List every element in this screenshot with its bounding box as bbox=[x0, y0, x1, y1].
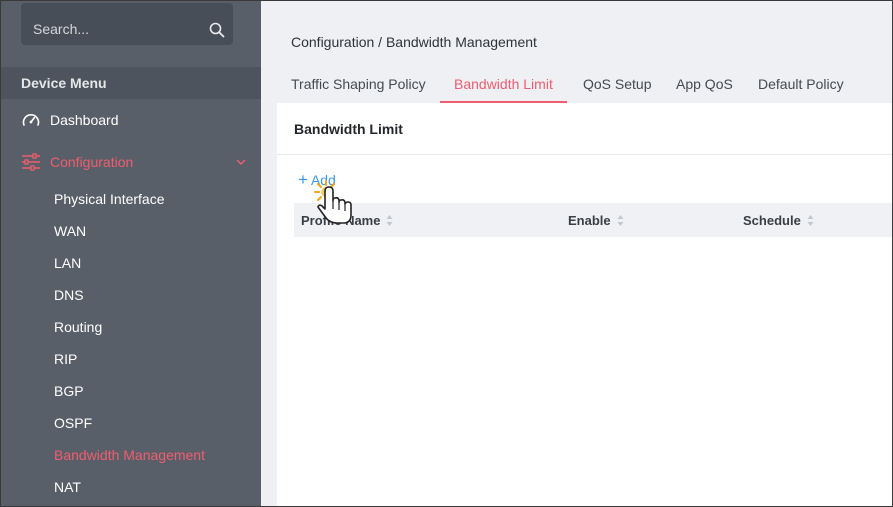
sidebar-subitem-rip[interactable]: RIP bbox=[54, 350, 77, 368]
sidebar-subitem-nat[interactable]: NAT bbox=[54, 478, 81, 496]
breadcrumb: Configuration / Bandwidth Management bbox=[291, 34, 537, 50]
search-placeholder: Search... bbox=[33, 21, 90, 37]
tab-traffic-shaping-policy[interactable]: Traffic Shaping Policy bbox=[277, 63, 440, 103]
tab-default-policy[interactable]: Default Policy bbox=[744, 63, 858, 103]
search-input[interactable]: Search... bbox=[21, 3, 233, 45]
dashboard-gauge-icon bbox=[22, 114, 40, 126]
bandwidth-limit-panel: Bandwidth Limit + Add Profile Name Enabl… bbox=[277, 103, 892, 506]
divider bbox=[277, 154, 892, 155]
sidebar-subitem-physical-interface[interactable]: Physical Interface bbox=[54, 190, 165, 208]
sidebar-subitem-ospf[interactable]: OSPF bbox=[54, 414, 92, 432]
sidebar-subitem-lan[interactable]: LAN bbox=[54, 254, 81, 272]
tab-app-qos[interactable]: App QoS bbox=[662, 63, 747, 103]
hand-pointer-cursor-icon bbox=[314, 180, 352, 224]
sidebar: Search... Device Menu Dashboard Configur… bbox=[1, 1, 261, 506]
sort-icon[interactable] bbox=[386, 214, 393, 227]
app-window: Search... Device Menu Dashboard Configur… bbox=[0, 0, 893, 507]
sidebar-item-dashboard[interactable]: Dashboard bbox=[21, 108, 119, 132]
chevron-down-icon[interactable] bbox=[235, 157, 247, 167]
sidebar-subitem-routing[interactable]: Routing bbox=[54, 318, 102, 336]
sidebar-item-label: Dashboard bbox=[50, 112, 119, 128]
column-header-enable[interactable]: Enable bbox=[568, 213, 624, 228]
panel-title: Bandwidth Limit bbox=[294, 121, 403, 137]
sidebar-item-configuration[interactable]: Configuration bbox=[21, 150, 133, 174]
sort-icon[interactable] bbox=[617, 214, 624, 227]
sidebar-subitem-dns[interactable]: DNS bbox=[54, 286, 84, 304]
device-menu-title: Device Menu bbox=[1, 67, 261, 99]
sidebar-subitem-bandwidth-management[interactable]: Bandwidth Management bbox=[54, 446, 205, 464]
sidebar-item-label: Configuration bbox=[50, 154, 134, 170]
tab-qos-setup[interactable]: QoS Setup bbox=[569, 63, 666, 103]
plus-icon: + bbox=[298, 170, 308, 189]
search-icon[interactable] bbox=[209, 22, 225, 38]
column-header-schedule[interactable]: Schedule bbox=[743, 213, 814, 228]
tab-bandwidth-limit[interactable]: Bandwidth Limit bbox=[440, 63, 567, 103]
sliders-icon bbox=[22, 153, 40, 171]
sort-icon[interactable] bbox=[807, 214, 814, 227]
table-header: Profile Name Enable Schedule bbox=[294, 203, 892, 237]
sidebar-subitem-wan[interactable]: WAN bbox=[54, 222, 86, 240]
sidebar-subitem-bgp[interactable]: BGP bbox=[54, 382, 84, 400]
